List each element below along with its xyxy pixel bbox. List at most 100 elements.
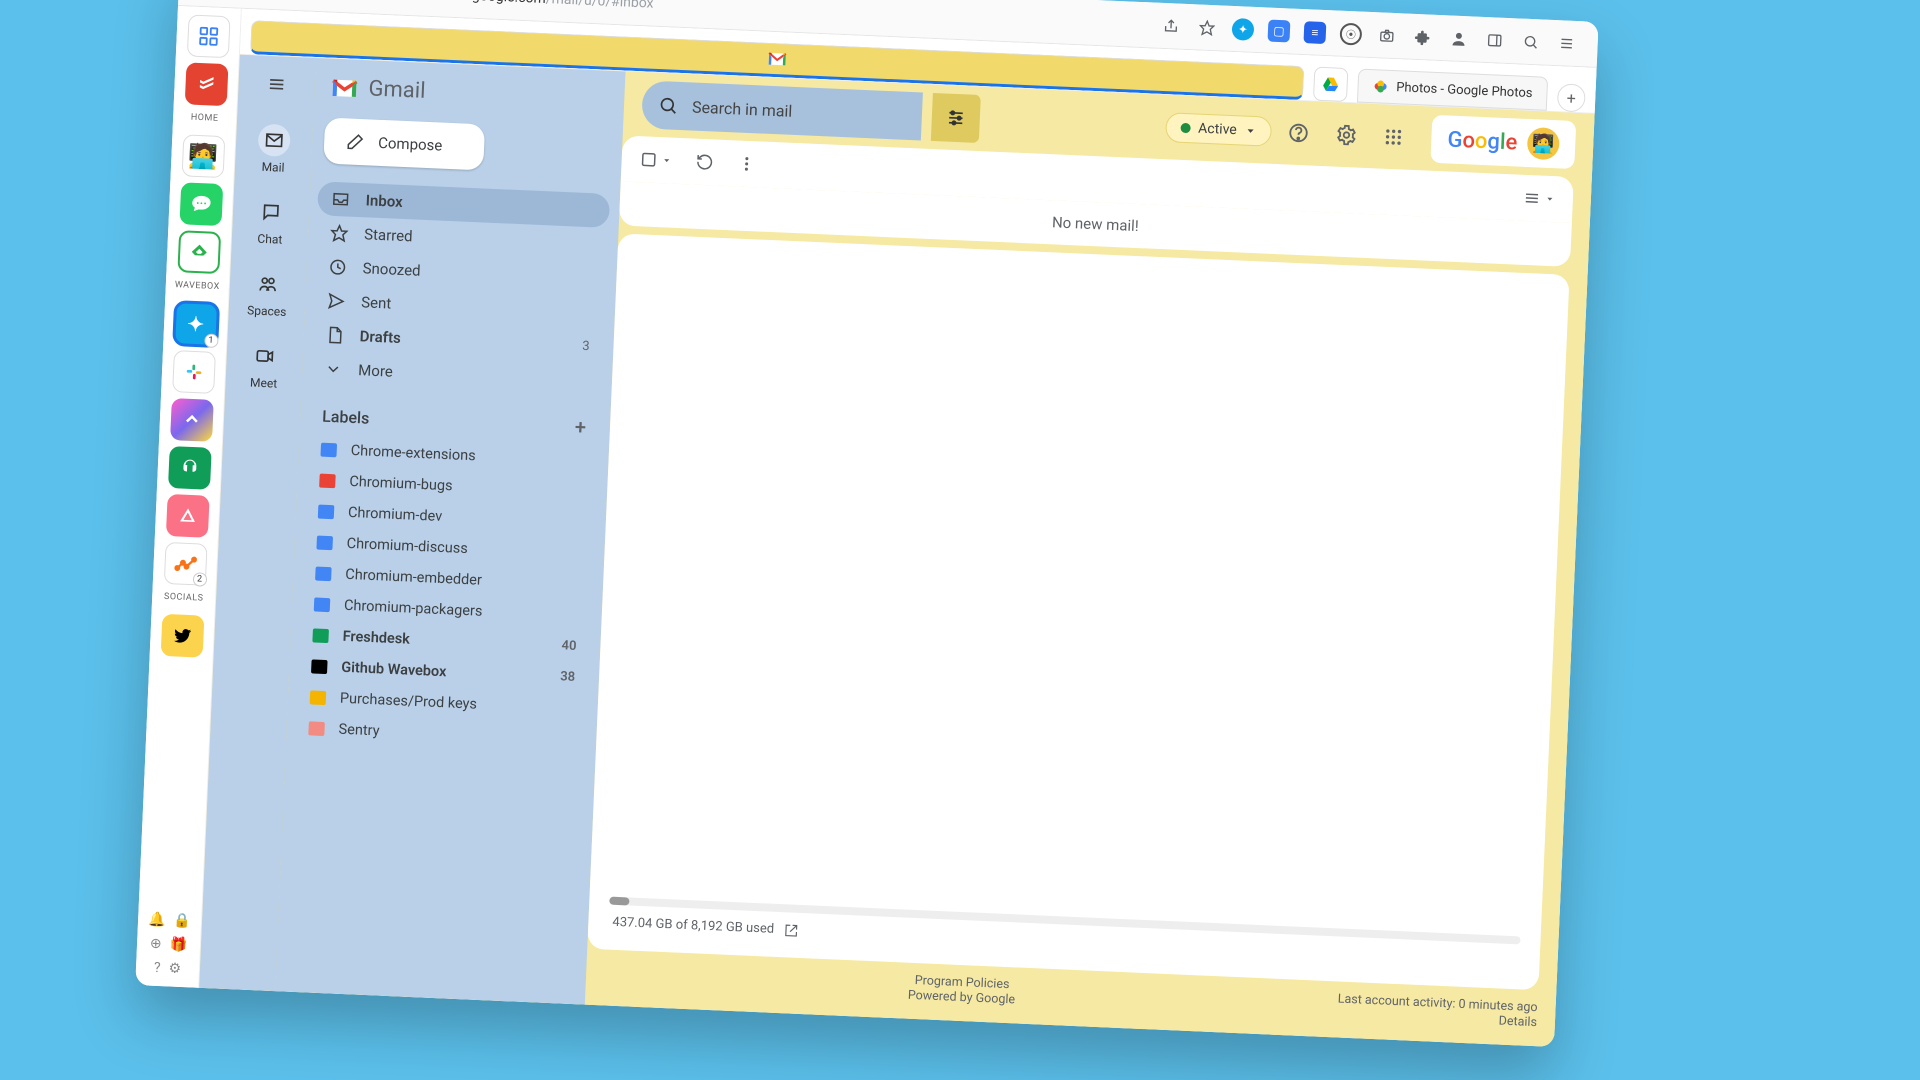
extensions-menu-icon[interactable] [1411, 25, 1434, 48]
rail-slack[interactable] [172, 350, 216, 394]
pinned-tab-drive[interactable] [1313, 67, 1348, 102]
star-icon [330, 224, 349, 243]
extension-blue2-icon[interactable]: ≡ [1303, 21, 1326, 44]
settings-footer-icon[interactable]: ⚙ [168, 960, 181, 977]
rail-wavebox-badge: 1 [204, 333, 219, 348]
menu-icon[interactable] [1555, 32, 1578, 55]
rail-twitter[interactable] [160, 614, 204, 658]
label-tag-icon [312, 628, 329, 643]
gmail-rail-meet[interactable]: Meet [247, 339, 281, 390]
search-input[interactable]: Search in mail [641, 80, 923, 140]
search-options-button[interactable] [931, 93, 981, 143]
gmail-menu-icon[interactable] [266, 74, 287, 95]
rail-group-wavebox: WAVEBOX [175, 280, 220, 292]
no-mail-text: No new mail! [1052, 213, 1139, 235]
rail-group-home: HOME [191, 113, 219, 124]
settings-icon[interactable] [1335, 124, 1368, 147]
share-icon[interactable] [1160, 14, 1183, 37]
label-count: 38 [560, 669, 575, 685]
select-all-checkbox[interactable] [639, 150, 672, 169]
mail-body-panel: 437.04 GB of 8,192 GB used [587, 233, 1569, 990]
mail-icon [258, 124, 291, 157]
gmail-logo-icon [330, 76, 359, 99]
rail-support[interactable] [167, 446, 211, 490]
chevron-down-icon [324, 360, 343, 379]
extension-blue1-icon[interactable]: ▢ [1268, 19, 1291, 42]
label-tag-icon [315, 566, 332, 581]
label-name: Purchases/Prod keys [340, 690, 478, 713]
rail-avatar-account[interactable]: 🧑‍💻 [181, 134, 225, 178]
apps-grid-icon[interactable] [1383, 127, 1416, 148]
gmail-rail-mail-label: Mail [261, 160, 284, 175]
gmail-rail-chat[interactable]: Chat [254, 196, 288, 247]
label-name: Chromium-embedder [345, 566, 482, 589]
rail-clickup[interactable] [170, 398, 214, 442]
status-label: Active [1198, 121, 1237, 139]
extension-camera-icon[interactable] [1375, 24, 1398, 47]
gmail-sidebar: Gmail Compose Inbox Starred [275, 58, 625, 1005]
rail-analytics[interactable]: 2 [163, 542, 207, 586]
new-tab-button[interactable]: + [1557, 83, 1586, 112]
gift-icon[interactable]: 🎁 [169, 936, 187, 953]
extension-wavebox-icon[interactable]: ✦ [1232, 17, 1255, 40]
bookmark-icon[interactable] [1196, 16, 1219, 39]
toolbar-right: ✦ ▢ ≡ ⦿ [1160, 14, 1587, 55]
storage-text: 437.04 GB of 8,192 GB used [612, 915, 774, 937]
forward-button[interactable] [320, 0, 343, 1]
find-icon[interactable] [1519, 30, 1542, 53]
rail-footer: 🔔 🔒 ⊕ 🎁 ? ⚙ [143, 911, 194, 987]
rail-messages[interactable] [179, 182, 223, 226]
url-host: mail.google.com [441, 0, 546, 6]
gmail-rail-mail[interactable]: Mail [257, 124, 291, 175]
help-icon[interactable] [1287, 121, 1320, 144]
tune-icon [945, 108, 966, 129]
refresh-button[interactable] [695, 153, 714, 172]
compose-label: Compose [378, 134, 443, 155]
label-tag-icon [311, 659, 328, 674]
folder-sent-label: Sent [361, 293, 392, 312]
app-window: mail.google.com/mail/u/0/#inbox ✦ ▢ ≡ ⦿ [135, 0, 1598, 1047]
help-footer-icon[interactable]: ? [154, 960, 161, 976]
notifications-icon[interactable]: 🔔 [148, 912, 166, 929]
folder-snoozed-label: Snoozed [362, 259, 421, 280]
add-label-button[interactable]: + [574, 415, 586, 439]
rail-analytics-badge: 2 [192, 572, 207, 587]
rail-feedly[interactable] [177, 230, 221, 274]
google-account-chip[interactable]: Google 🧑‍💻 [1430, 115, 1576, 169]
chevron-down-icon [1244, 125, 1257, 138]
rail-group-socials: SOCIALS [164, 592, 204, 604]
gmail-rail-meet-label: Meet [250, 375, 278, 390]
extension-password-icon[interactable]: ⦿ [1339, 22, 1362, 45]
lock-footer-icon[interactable]: 🔒 [173, 913, 191, 930]
account-avatar: 🧑‍💻 [1527, 127, 1560, 160]
compose-button[interactable]: Compose [323, 117, 485, 170]
open-storage-icon[interactable] [784, 923, 799, 938]
rail-todoist[interactable] [184, 62, 228, 106]
meet-icon [248, 339, 281, 372]
gmail-rail-spaces[interactable]: Spaces [247, 267, 288, 319]
status-pill[interactable]: Active [1165, 112, 1273, 147]
gmail-main: Search in mail Active [585, 72, 1595, 1047]
profile-icon[interactable] [1447, 27, 1470, 50]
label-name: Chromium-packagers [344, 597, 483, 620]
label-tag-icon [316, 535, 333, 550]
rail-sentry[interactable] [165, 494, 209, 538]
clock-icon [328, 258, 347, 277]
gmail-brand-text: Gmail [368, 76, 426, 103]
density-toggle[interactable] [1523, 189, 1556, 208]
rail-wavebox[interactable]: ✦ 1 [174, 302, 218, 346]
google-brand-text: Google [1447, 127, 1518, 155]
add-app-icon[interactable]: ⊕ [150, 936, 162, 952]
reload-button[interactable] [350, 0, 373, 2]
rail-dashboard[interactable] [186, 14, 230, 58]
labels-header: Labels [322, 406, 370, 427]
home-button[interactable] [380, 0, 403, 3]
panel-icon[interactable] [1483, 28, 1506, 51]
pencil-icon [346, 132, 365, 151]
more-actions-button[interactable] [737, 155, 756, 174]
gmail-brand[interactable]: Gmail [321, 72, 615, 126]
label-name: Github Wavebox [341, 659, 447, 681]
search-icon [658, 95, 679, 116]
label-name: Freshdesk [342, 628, 410, 648]
file-icon [325, 326, 344, 345]
